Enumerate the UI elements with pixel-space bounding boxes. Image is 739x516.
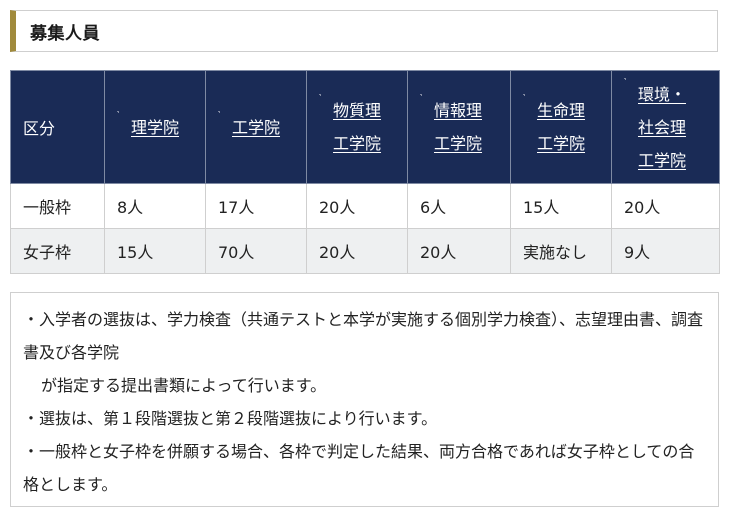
note-dual-application: ・一般枠と女子枠を併願する場合、各枠で判定した結果、両方合格であれば女子枠として… <box>23 442 695 494</box>
table-cell: 20人 <box>306 228 408 274</box>
note-two-stage: ・選抜は、第１段階選抜と第２段階選抜により行います。 <box>23 409 438 428</box>
table-cell: 17人 <box>205 183 307 229</box>
table-row-general: 一般枠 8人 17人 20人 6人 15人 20人 <box>10 183 720 229</box>
table-row-women: 女子枠 15人 70人 20人 20人 実施なし 9人 <box>10 228 720 274</box>
header-school-computing: ‵ 情報理 工学院 <box>407 70 511 184</box>
link-marker-icon: ‵ <box>523 93 526 104</box>
table-cell: 実施なし <box>510 228 612 274</box>
row-label: 女子枠 <box>10 228 105 274</box>
header-school-engineering: ‵ 工学院 <box>205 70 307 184</box>
link-marker-icon: ‵ <box>117 109 120 121</box>
header-school-environment: ‵ 環境・ 社会理 工学院 <box>611 70 720 184</box>
table-cell: 20人 <box>611 183 720 229</box>
link-marker-icon: ‵ <box>218 109 221 121</box>
table-cell: 20人 <box>306 183 408 229</box>
header-school-materials: ‵ 物質理 工学院 <box>306 70 408 184</box>
header-school-life-science: ‵ 生命理 工学院 <box>510 70 612 184</box>
table-cell: 20人 <box>407 228 511 274</box>
table-cell: 6人 <box>407 183 511 229</box>
school-link-engineering[interactable]: ‵ 工学院 <box>218 109 280 144</box>
link-marker-icon: ‵ <box>624 76 627 88</box>
table-cell: 15人 <box>510 183 612 229</box>
link-marker-icon: ‵ <box>420 93 423 104</box>
table-cell: 8人 <box>104 183 206 229</box>
header-school-science: ‵ 理学院 <box>104 70 206 184</box>
school-link-materials[interactable]: ‵ 物質理 工学院 <box>319 94 381 160</box>
note-selection-method-cont: が指定する提出書類によって行います。 <box>41 376 327 395</box>
row-label: 一般枠 <box>10 183 105 229</box>
section-title: 募集人員 <box>30 23 100 44</box>
table-cell: 15人 <box>104 228 206 274</box>
note-selection-method: ・入学者の選抜は、学力検査（共通テストと本学が実施する個別学力検査）、志望理由書… <box>23 310 704 362</box>
quota-table: 区分 ‵ 理学院 ‵ 工学院 ‵ 物質理 工学院 ‵ 情報理 工学院 ‵ 生命理… <box>10 70 720 274</box>
table-cell: 9人 <box>611 228 720 274</box>
school-link-computing[interactable]: ‵ 情報理 工学院 <box>420 94 482 160</box>
section-heading: 募集人員 <box>10 10 718 52</box>
table-cell: 70人 <box>205 228 307 274</box>
notes-box: ・入学者の選抜は、学力検査（共通テストと本学が実施する個別学力検査）、志望理由書… <box>10 292 719 507</box>
school-link-science[interactable]: ‵ 理学院 <box>117 109 179 144</box>
school-link-environment[interactable]: ‵ 環境・ 社会理 工学院 <box>624 76 686 177</box>
link-marker-icon: ‵ <box>319 93 322 104</box>
header-category: 区分 <box>10 70 105 184</box>
table-header-row: 区分 ‵ 理学院 ‵ 工学院 ‵ 物質理 工学院 ‵ 情報理 工学院 ‵ 生命理… <box>10 70 720 184</box>
school-link-life-science[interactable]: ‵ 生命理 工学院 <box>523 94 585 160</box>
